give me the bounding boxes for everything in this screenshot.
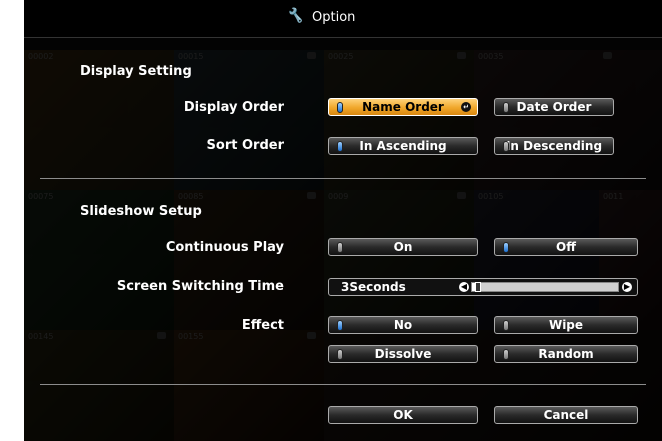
- slider-track[interactable]: [471, 282, 619, 292]
- section-display-setting: Display Setting: [80, 64, 192, 79]
- radio-indicator-icon: [337, 242, 343, 253]
- radio-indicator-icon: [503, 141, 509, 152]
- in-ascending-button[interactable]: In Ascending: [328, 137, 478, 155]
- button-label: On: [393, 240, 413, 254]
- enter-icon: ↵: [461, 102, 471, 112]
- on-button[interactable]: On: [328, 238, 478, 256]
- sort-order-label: Sort Order: [206, 138, 284, 153]
- wrench-screwdriver-icon: 🔧: [286, 8, 304, 24]
- radio-indicator-icon: [337, 349, 343, 360]
- section-slideshow-setup: Slideshow Setup: [80, 204, 202, 219]
- dialog-title: Option: [312, 10, 356, 25]
- off-button[interactable]: Off: [494, 238, 638, 256]
- effect-random-button[interactable]: Random: [494, 345, 638, 363]
- effect-label: Effect: [241, 318, 284, 333]
- button-label: Name Order: [362, 100, 444, 114]
- effect-no-button[interactable]: No: [328, 316, 478, 334]
- continuous-play-label: Continuous Play: [165, 240, 284, 255]
- radio-indicator-icon: [503, 349, 509, 360]
- decrease-arrow-icon[interactable]: ◀: [459, 282, 469, 292]
- button-label: In Ascending: [359, 139, 447, 153]
- screen-switching-time-label: Screen Switching Time: [116, 279, 284, 294]
- screen-switching-time-slider[interactable]: 3Seconds ◀ ▶: [328, 278, 638, 296]
- button-label: Off: [556, 240, 576, 254]
- button-label: Wipe: [548, 318, 584, 332]
- button-label: Date Order: [516, 100, 592, 114]
- button-label: In Descending: [505, 139, 603, 153]
- radio-indicator-icon: [503, 242, 509, 253]
- radio-indicator-icon: [503, 102, 509, 113]
- button-label: No: [393, 318, 413, 332]
- in-descending-button[interactable]: In Descending: [494, 137, 614, 155]
- button-label: OK: [393, 408, 413, 422]
- divider: [40, 384, 646, 385]
- radio-indicator-icon: [337, 141, 343, 152]
- button-label: Cancel: [543, 408, 589, 422]
- effect-dissolve-button[interactable]: Dissolve: [328, 345, 478, 363]
- display-order-label: Display Order: [183, 100, 284, 115]
- button-label: Random: [538, 347, 594, 361]
- ok-button[interactable]: OK: [328, 406, 478, 424]
- radio-indicator-icon: [337, 102, 343, 113]
- radio-indicator-icon: [337, 320, 343, 331]
- projector-screen: 00002 00015 00025 00035 00075 00085 0009…: [24, 0, 662, 441]
- name-order-button[interactable]: Name Order ↵: [328, 98, 478, 116]
- effect-wipe-button[interactable]: Wipe: [494, 316, 638, 334]
- title-bar: 🔧 Option: [24, 0, 662, 38]
- increase-arrow-icon[interactable]: ▶: [622, 282, 632, 292]
- date-order-button[interactable]: Date Order: [494, 98, 614, 116]
- slider-handle[interactable]: [475, 282, 481, 292]
- cancel-button[interactable]: Cancel: [494, 406, 638, 424]
- radio-indicator-icon: [503, 320, 509, 331]
- divider: [40, 178, 646, 179]
- slider-value: 3Seconds: [341, 280, 406, 294]
- button-label: Dissolve: [374, 347, 432, 361]
